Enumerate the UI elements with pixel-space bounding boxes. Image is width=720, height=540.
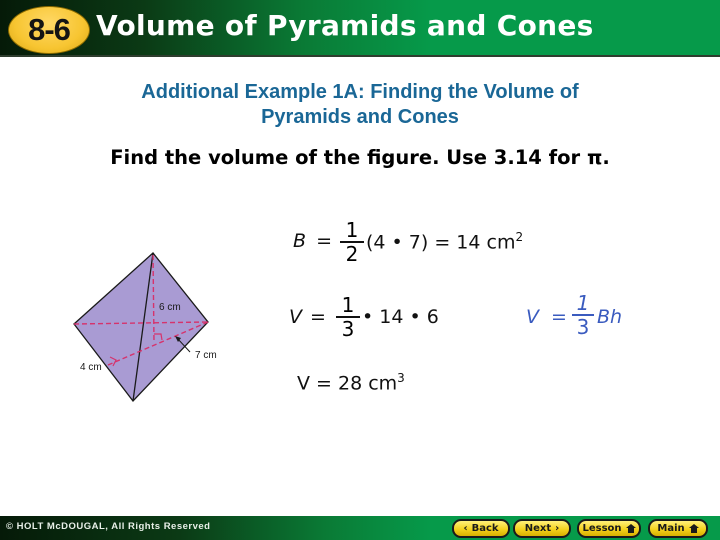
base-area-rhs: (4 • 7) = 14 cm2	[366, 230, 523, 253]
next-label: Next	[524, 523, 552, 534]
footer-band: © HOLT McDOUGAL, All Rights Reserved ‹ B…	[0, 516, 720, 540]
base-side-label: 4 cm	[80, 362, 102, 373]
chevron-right-icon: ›	[555, 523, 560, 534]
lesson-button[interactable]: Lesson	[577, 519, 641, 538]
main-label: Main	[657, 523, 685, 534]
main-button[interactable]: Main	[648, 519, 708, 538]
fraction-denominator: 3	[341, 317, 355, 341]
volume-setup-rhs: • 14 • 6	[362, 306, 439, 328]
formula-var: V	[526, 306, 539, 328]
base-height-label: 7 cm	[195, 350, 217, 361]
result-text: V = 28 cm	[297, 372, 398, 395]
home-icon	[688, 524, 699, 533]
pyramid-face	[73, 252, 209, 402]
chevron-left-icon: ‹	[463, 523, 468, 534]
base-area-expression: (4 • 7) = 14 cm	[366, 231, 516, 254]
next-button[interactable]: Next ›	[513, 519, 571, 538]
home-icon	[625, 524, 636, 533]
lesson-label: Lesson	[582, 523, 622, 534]
fraction-denominator: 3	[576, 315, 590, 339]
fraction-numerator: 1	[341, 293, 355, 317]
volume-var: V	[289, 306, 302, 328]
pyramid-figure: 6 cm 7 cm 4 cm	[73, 252, 217, 402]
base-area-eq: =	[316, 230, 333, 252]
formula-rhs: Bh	[597, 306, 623, 328]
volume-setup-fraction: 1 3	[336, 294, 360, 340]
volume-result: V = 28 cm3	[297, 371, 405, 394]
fraction-numerator: 1	[345, 218, 359, 242]
volume-setup-equation: V =	[289, 306, 326, 328]
copyright-text: © HOLT McDOUGAL, All Rights Reserved	[6, 521, 211, 532]
back-button[interactable]: ‹ Back	[452, 519, 510, 538]
formula-eq: =	[551, 306, 567, 328]
base-area-var: B	[293, 230, 307, 252]
volume-eq: =	[310, 306, 326, 328]
back-label: Back	[471, 523, 499, 534]
exponent: 3	[397, 371, 405, 385]
fraction-denominator: 2	[345, 242, 359, 266]
exponent: 2	[515, 230, 524, 244]
base-area-equation: B =	[293, 230, 332, 252]
fraction-numerator: 1	[576, 291, 590, 315]
height-label: 6 cm	[159, 302, 181, 313]
volume-formula: V =	[526, 306, 567, 328]
base-area-fraction: 1 2	[340, 219, 364, 265]
formula-fraction: 1 3	[572, 292, 594, 338]
